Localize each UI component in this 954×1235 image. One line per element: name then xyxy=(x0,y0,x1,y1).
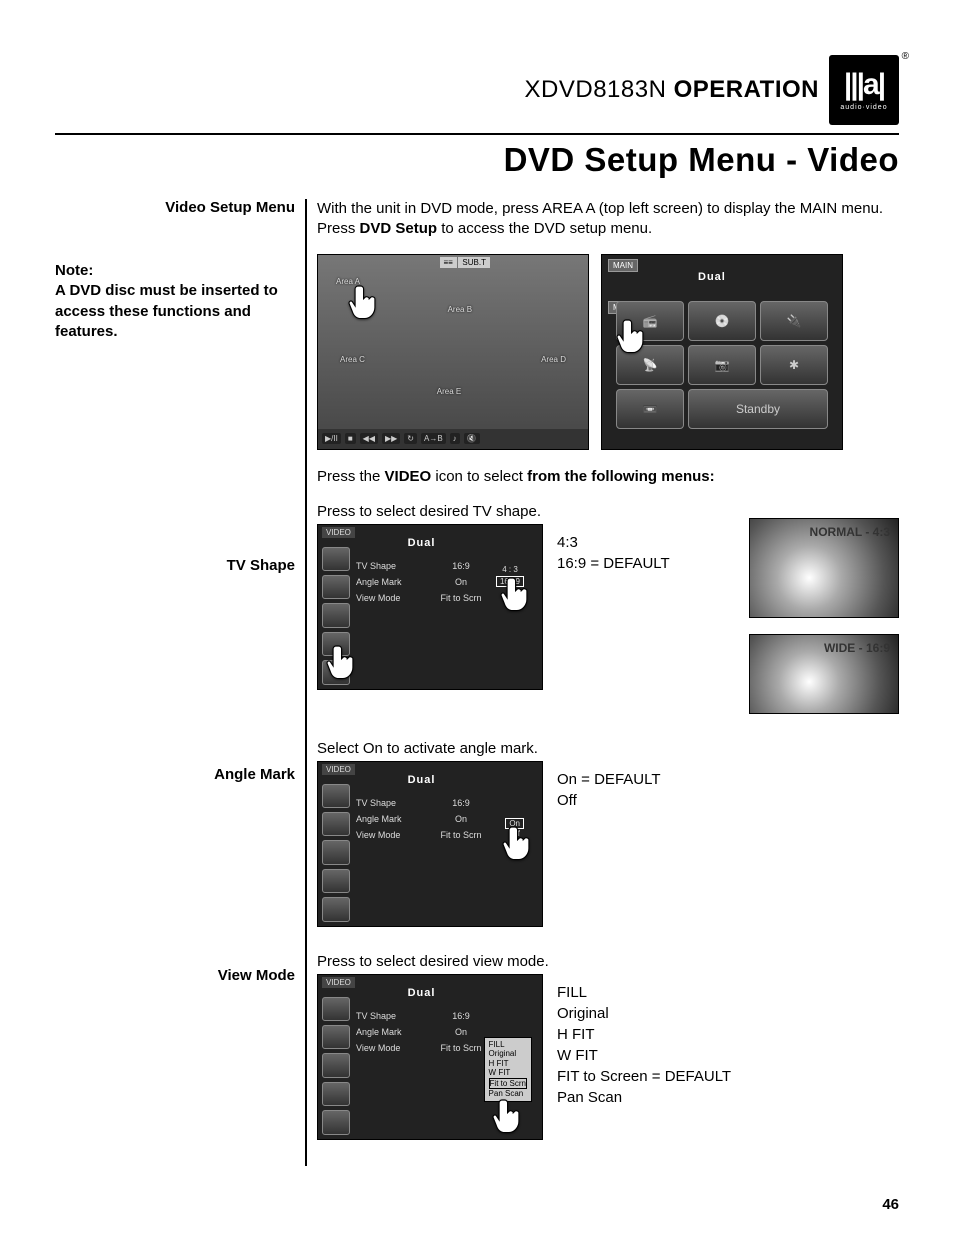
note-body: A DVD disc must be inserted to access th… xyxy=(55,281,295,342)
menu-disc-icon: 💿 xyxy=(688,301,756,341)
screenshot-view-mode: VIDEO Dual TV Shape16:9 Angle MarkOn Vie… xyxy=(317,974,543,1140)
forward-icon: ▶▶ xyxy=(382,433,400,444)
main-tag-top: MAIN xyxy=(608,259,638,272)
view-mode-block: Press to select desired view mode. VIDEO… xyxy=(317,953,899,1140)
menu-camera-icon: 📷 xyxy=(688,345,756,385)
logo-glyph: |||a| xyxy=(844,70,884,100)
preview-wide-169: WIDE - 16:9 xyxy=(749,634,899,714)
header-title: XDVD8183N OPERATION xyxy=(525,76,819,104)
area-b-label: Area B xyxy=(448,305,472,314)
side-icons xyxy=(322,997,350,1135)
model-number: XDVD8183N xyxy=(525,76,667,103)
eq-icon: ≡≡ xyxy=(440,257,457,268)
view-mode-desc: Press to select desired view mode. xyxy=(317,953,899,970)
ab-repeat-icon: A→B xyxy=(421,433,446,444)
note-label: Note: xyxy=(55,261,295,281)
hand-pointer-icon xyxy=(326,643,360,683)
playback-bottom-bar: ▶/II ■ ◀◀ ▶▶ ↻ A→B ♪ 🔇 xyxy=(318,429,588,449)
logo-subtext: audio·video xyxy=(840,104,887,111)
preview-label-169: WIDE - 16:9 xyxy=(824,641,890,655)
mute-icon: 🔇 xyxy=(464,433,480,444)
video-title: VIDEO xyxy=(322,764,355,775)
area-c-label: Area C xyxy=(340,355,365,364)
subt-button: SUB.T xyxy=(458,257,490,268)
section-tv-shape: TV Shape xyxy=(55,557,295,574)
side-icons xyxy=(322,784,350,922)
preview-label-43: NORMAL - 4:3 xyxy=(810,525,890,539)
area-e-label: Area E xyxy=(437,387,461,396)
registered-mark: ® xyxy=(902,51,909,62)
content-columns: Video Setup Menu Note: A DVD disc must b… xyxy=(55,199,899,1166)
screenshot-row-1: ≡≡ SUB.T Area A Area B Area C Area D Are… xyxy=(317,254,899,450)
area-d-label: Area D xyxy=(541,355,566,364)
tv-shape-values: 4:3 16:9 = DEFAULT xyxy=(557,524,670,574)
angle-mark-block: Select On to activate angle mark. VIDEO … xyxy=(317,740,899,927)
hand-pointer-icon xyxy=(492,1097,526,1137)
video-title: VIDEO xyxy=(322,527,355,538)
preview-normal-43: NORMAL - 4:3 xyxy=(749,518,899,618)
right-column: With the unit in DVD mode, press AREA A … xyxy=(305,199,899,1166)
hand-pointer-icon xyxy=(502,824,536,864)
repeat-icon: ↻ xyxy=(404,433,417,444)
hand-pointer-icon xyxy=(616,317,650,357)
rewind-icon: ◀◀ xyxy=(360,433,378,444)
menu-aux-icon: 🔌 xyxy=(760,301,828,341)
hand-pointer-icon xyxy=(500,575,534,615)
header-rule xyxy=(55,133,899,135)
screenshot-tv-shape: VIDEO Dual TV Shape16:9 Angle MarkOn Vie… xyxy=(317,524,543,690)
standby-button: Standby xyxy=(688,389,828,429)
page-title: DVD Setup Menu - Video xyxy=(55,141,899,179)
header-row: XDVD8183N OPERATION ® |||a| audio·video xyxy=(55,55,899,125)
view-mode-values: FILL Original H FIT W FIT FIT to Screen … xyxy=(557,974,731,1108)
video-icon-instruction: Press the VIDEO icon to select from the … xyxy=(317,468,899,485)
brand-logo: ® |||a| audio·video xyxy=(829,55,899,125)
page-number: 46 xyxy=(882,1196,899,1213)
note-block: Note: A DVD disc must be inserted to acc… xyxy=(55,261,295,342)
intro-text: With the unit in DVD mode, press AREA A … xyxy=(317,199,899,240)
screenshot-main-menu: MAIN Dual MAIN 📻 💿 🔌 📡 📷 ✱ 📼 Standby xyxy=(601,254,843,450)
menu-other-icon: 📼 xyxy=(616,389,684,429)
left-column: Video Setup Menu Note: A DVD disc must b… xyxy=(55,199,305,1166)
section-view-mode: View Mode xyxy=(55,967,295,984)
screenshot-angle-mark: VIDEO Dual TV Shape16:9 Angle MarkOn Vie… xyxy=(317,761,543,927)
hand-pointer-icon xyxy=(348,283,382,323)
section-video-setup: Video Setup Menu xyxy=(55,199,295,216)
view-mode-popup: FILL Original H FIT W FIT Fit to Scrn Pa… xyxy=(484,1037,532,1103)
video-title: VIDEO xyxy=(322,977,355,988)
stop-icon: ■ xyxy=(345,433,356,444)
tv-shape-block: Press to select desired TV shape. VIDEO … xyxy=(317,503,899,714)
menu-bluetooth-icon: ✱ xyxy=(760,345,828,385)
angle-mark-desc: Select On to activate angle mark. xyxy=(317,740,899,757)
aspect-previews: NORMAL - 4:3 WIDE - 16:9 xyxy=(749,518,899,714)
play-pause-icon: ▶/II xyxy=(322,433,341,444)
audio-icon: ♪ xyxy=(450,433,460,444)
brand-text: Dual xyxy=(698,271,726,283)
angle-mark-values: On = DEFAULT Off xyxy=(557,761,661,811)
section-angle-mark: Angle Mark xyxy=(55,766,295,783)
operation-label: OPERATION xyxy=(674,76,819,103)
screenshot-playback-areas: ≡≡ SUB.T Area A Area B Area C Area D Are… xyxy=(317,254,589,450)
